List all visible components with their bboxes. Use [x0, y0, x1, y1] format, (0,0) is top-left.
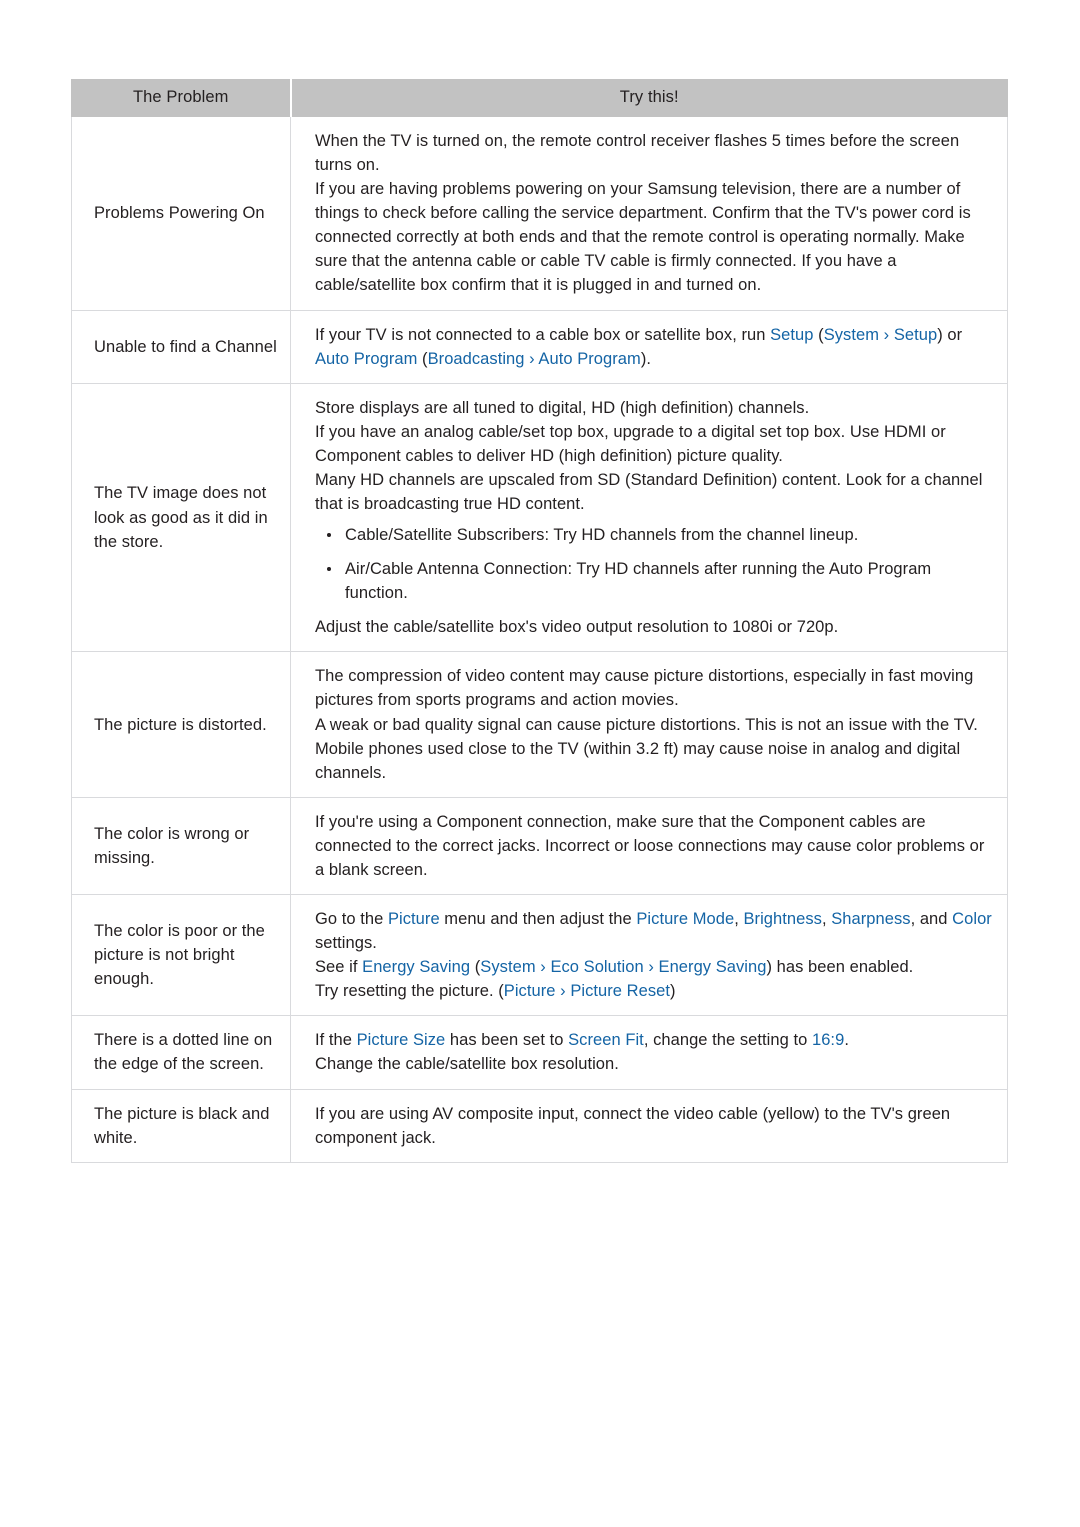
solution-bullet-item: Air/Cable Antenna Connection: Try HD cha…: [323, 557, 997, 605]
menu-path-link[interactable]: Brightness: [743, 910, 821, 928]
menu-path-link[interactable]: Color: [952, 910, 992, 928]
solution-line: Mobile phones used close to the TV (with…: [315, 739, 961, 782]
solution-line: When the TV is turned on, the remote con…: [315, 132, 960, 175]
solution-line: A weak or bad quality signal can cause p…: [315, 715, 978, 734]
column-header-problem: The Problem: [71, 79, 292, 117]
solution-cell: If you are using AV composite input, con…: [290, 1088, 1008, 1163]
table-row: The color is poor or the picture is not …: [71, 894, 1008, 1017]
table-row: The picture is black and white. If you ar…: [71, 1088, 1008, 1163]
solution-cell: The compression of video content may cau…: [290, 651, 1008, 798]
text-run: , change the setting to: [643, 1031, 812, 1050]
menu-path-link[interactable]: Broadcasting: [428, 350, 525, 368]
problem-cell: The color is poor or the picture is not …: [71, 894, 291, 1017]
text-run: If your TV is not connected to a cable b…: [315, 325, 771, 344]
table-body: Problems Powering On When the TV is turne…: [71, 116, 1008, 1163]
problem-cell: The picture is distorted.: [71, 651, 291, 798]
problem-cell: Problems Powering On: [71, 116, 291, 311]
table-row: Unable to find a Channel If your TV is no…: [71, 309, 1008, 384]
menu-path-link[interactable]: ›: [525, 350, 539, 368]
menu-path-link[interactable]: Sharpness: [831, 910, 910, 928]
text-run: settings.: [315, 934, 377, 953]
text-run: Go to the: [315, 910, 388, 929]
text-run: menu and then adjust the: [439, 910, 637, 929]
solution-bullet-item: Cable/Satellite Subscribers: Try HD chan…: [323, 523, 997, 547]
solution-line: Adjust the cable/satellite box's video o…: [315, 618, 839, 637]
menu-path-link[interactable]: Screen Fit: [568, 1031, 644, 1049]
text-run: Try resetting the picture. (: [315, 982, 504, 1001]
menu-path-link[interactable]: Auto Program: [538, 350, 640, 368]
text-run: ): [670, 982, 676, 1001]
table-row: The picture is distorted. The compression…: [71, 651, 1008, 798]
solution-bullet-list: Cable/Satellite Subscribers: Try HD chan…: [315, 523, 997, 605]
menu-path-link[interactable]: Setup: [894, 326, 937, 344]
text-run: ,: [821, 910, 832, 929]
solution-line: If you have an analog cable/set top box,…: [315, 422, 946, 465]
table-header-row: The Problem Try this!: [71, 79, 1008, 117]
text-run: (: [813, 325, 824, 344]
problem-cell: The TV image does not look as good as it…: [71, 382, 291, 653]
problem-cell: The color is wrong or missing.: [71, 796, 291, 896]
solution-line: If the Picture Size has been set to Scre…: [315, 1028, 997, 1052]
menu-path-link[interactable]: System: [824, 326, 879, 344]
solution-cell: If your TV is not connected to a cable b…: [290, 309, 1008, 384]
text-run: See if: [315, 958, 363, 977]
menu-path-link[interactable]: Picture: [504, 982, 556, 1000]
solution-line: If you are having problems powering on y…: [315, 180, 971, 295]
solution-line: Try resetting the picture. (Picture › Pi…: [315, 979, 997, 1003]
menu-path-link[interactable]: ›: [879, 326, 894, 344]
menu-path-link[interactable]: Picture Mode: [636, 910, 734, 928]
column-header-solution: Try this!: [290, 79, 1008, 117]
text-run: , and: [910, 910, 953, 929]
solution-line: If you're using a Component connection, …: [315, 812, 985, 879]
menu-path-link[interactable]: Eco Solution: [550, 958, 643, 976]
solution-cell: Store displays are all tuned to digital,…: [290, 382, 1008, 653]
text-run: (: [417, 349, 428, 368]
solution-line: If you are using AV composite input, con…: [315, 1104, 951, 1147]
text-run: .: [844, 1031, 849, 1050]
problem-cell: Unable to find a Channel: [71, 309, 291, 384]
text-run: ) or: [937, 325, 963, 344]
solution-line: Many HD channels are upscaled from SD (S…: [315, 470, 983, 514]
solution-line: Change the cable/satellite box resolutio…: [315, 1052, 997, 1076]
menu-path-link[interactable]: System: [480, 958, 535, 976]
text-run: (: [470, 958, 481, 977]
menu-path-link[interactable]: Picture: [388, 910, 440, 928]
table-header: The Problem Try this!: [71, 79, 1008, 117]
menu-path-link[interactable]: Picture Size: [357, 1031, 446, 1049]
table-row: The TV image does not look as good as it…: [71, 382, 1008, 653]
text-run: ) has been enabled.: [766, 958, 914, 977]
menu-path-link[interactable]: ›: [644, 958, 659, 976]
table-row: The color is wrong or missing. If you're …: [71, 796, 1008, 896]
solution-line: Store displays are all tuned to digital,…: [315, 398, 810, 417]
menu-path-link[interactable]: 16:9: [812, 1031, 844, 1049]
menu-path-link[interactable]: Auto Program: [315, 350, 417, 368]
solution-line: See if Energy Saving (System › Eco Solut…: [315, 955, 997, 979]
menu-path-link[interactable]: Energy Saving: [659, 958, 767, 976]
menu-path-link[interactable]: ›: [555, 982, 570, 1000]
solution-cell: When the TV is turned on, the remote con…: [290, 116, 1008, 311]
menu-path-link[interactable]: Picture Reset: [570, 982, 670, 1000]
solution-cell: If you're using a Component connection, …: [290, 796, 1008, 896]
text-run: Change the cable/satellite box resolutio…: [315, 1055, 619, 1074]
problem-cell: There is a dotted line on the edge of th…: [71, 1015, 291, 1090]
text-run: ).: [640, 349, 652, 368]
problem-cell: The picture is black and white.: [71, 1088, 291, 1163]
menu-path-link[interactable]: ›: [536, 958, 551, 976]
solution-cell: Go to the Picture menu and then adjust t…: [290, 894, 1008, 1017]
text-run: has been set to: [445, 1031, 569, 1050]
text-run: If the: [315, 1031, 357, 1050]
solution-line: If your TV is not connected to a cable b…: [315, 323, 997, 371]
table-row: Problems Powering On When the TV is turne…: [71, 116, 1008, 311]
solution-line: Go to the Picture menu and then adjust t…: [315, 907, 997, 955]
solution-cell: If the Picture Size has been set to Scre…: [290, 1015, 1008, 1090]
troubleshooting-table: The Problem Try this! Problems Powering …: [71, 79, 1008, 1163]
document-page: The Problem Try this! Problems Powering …: [0, 0, 1080, 1527]
solution-line: The compression of video content may cau…: [315, 667, 974, 710]
menu-path-link[interactable]: Setup: [770, 326, 813, 344]
menu-path-link[interactable]: Energy Saving: [362, 958, 470, 976]
table-row: There is a dotted line on the edge of th…: [71, 1015, 1008, 1090]
